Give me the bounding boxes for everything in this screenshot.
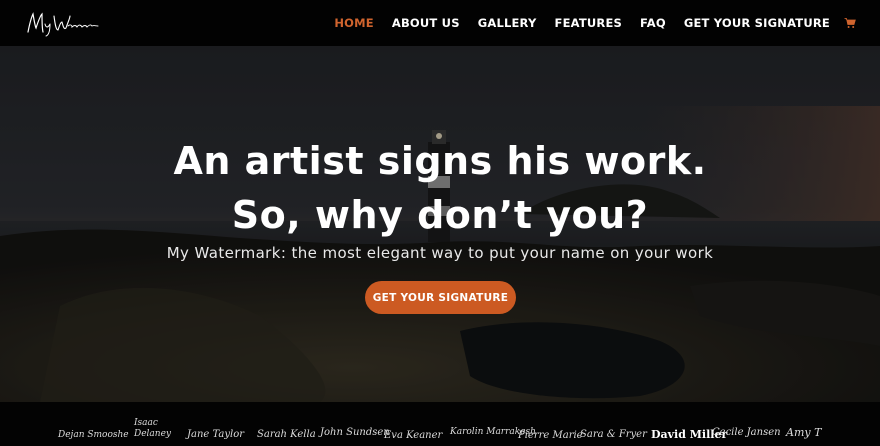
- main-nav: HOME ABOUT US GALLERY FEATURES FAQ GET Y…: [334, 0, 880, 46]
- cart-icon[interactable]: [844, 17, 856, 29]
- hero-subtitle: My Watermark: the most elegant way to pu…: [166, 244, 714, 262]
- nav-faq[interactable]: FAQ: [640, 16, 666, 30]
- signature-sample: Jane Taylor: [187, 429, 245, 440]
- nav-gallery[interactable]: GALLERY: [478, 16, 537, 30]
- signature-sample: Isaac Delaney: [134, 418, 171, 439]
- hero-headline-line-2: So, why don’t you?: [231, 193, 649, 237]
- nav-get-your-signature[interactable]: GET YOUR SIGNATURE: [684, 16, 830, 30]
- nav-home[interactable]: HOME: [334, 16, 374, 30]
- signature-sample: Pierre Marie: [518, 430, 583, 441]
- nav-about-us[interactable]: ABOUT US: [392, 16, 460, 30]
- signature-sample: Amy T: [786, 426, 822, 439]
- signature-sample: Eva Keaner: [384, 430, 443, 441]
- top-navigation-bar: HOME ABOUT US GALLERY FEATURES FAQ GET Y…: [0, 0, 880, 46]
- signature-sample: Sara & Fryer: [580, 429, 647, 440]
- get-your-signature-button[interactable]: GET YOUR SIGNATURE: [365, 281, 516, 314]
- signature-sample: Cecile Jansen: [712, 427, 781, 438]
- brand-logo[interactable]: [24, 8, 104, 38]
- signature-sample: Dejan Smooshe: [58, 430, 129, 440]
- signature-sample: Sarah Kella: [257, 429, 316, 440]
- nav-features[interactable]: FEATURES: [555, 16, 623, 30]
- hero-headline: An artist signs his work. So, why don’t …: [0, 134, 880, 242]
- signature-examples-strip: Dejan Smooshe Isaac Delaney Jane Taylor …: [0, 402, 880, 446]
- hero-headline-line-1: An artist signs his work.: [173, 139, 707, 183]
- signature-sample: John Sundsen: [320, 427, 390, 438]
- hero-section: An artist signs his work. So, why don’t …: [0, 46, 880, 402]
